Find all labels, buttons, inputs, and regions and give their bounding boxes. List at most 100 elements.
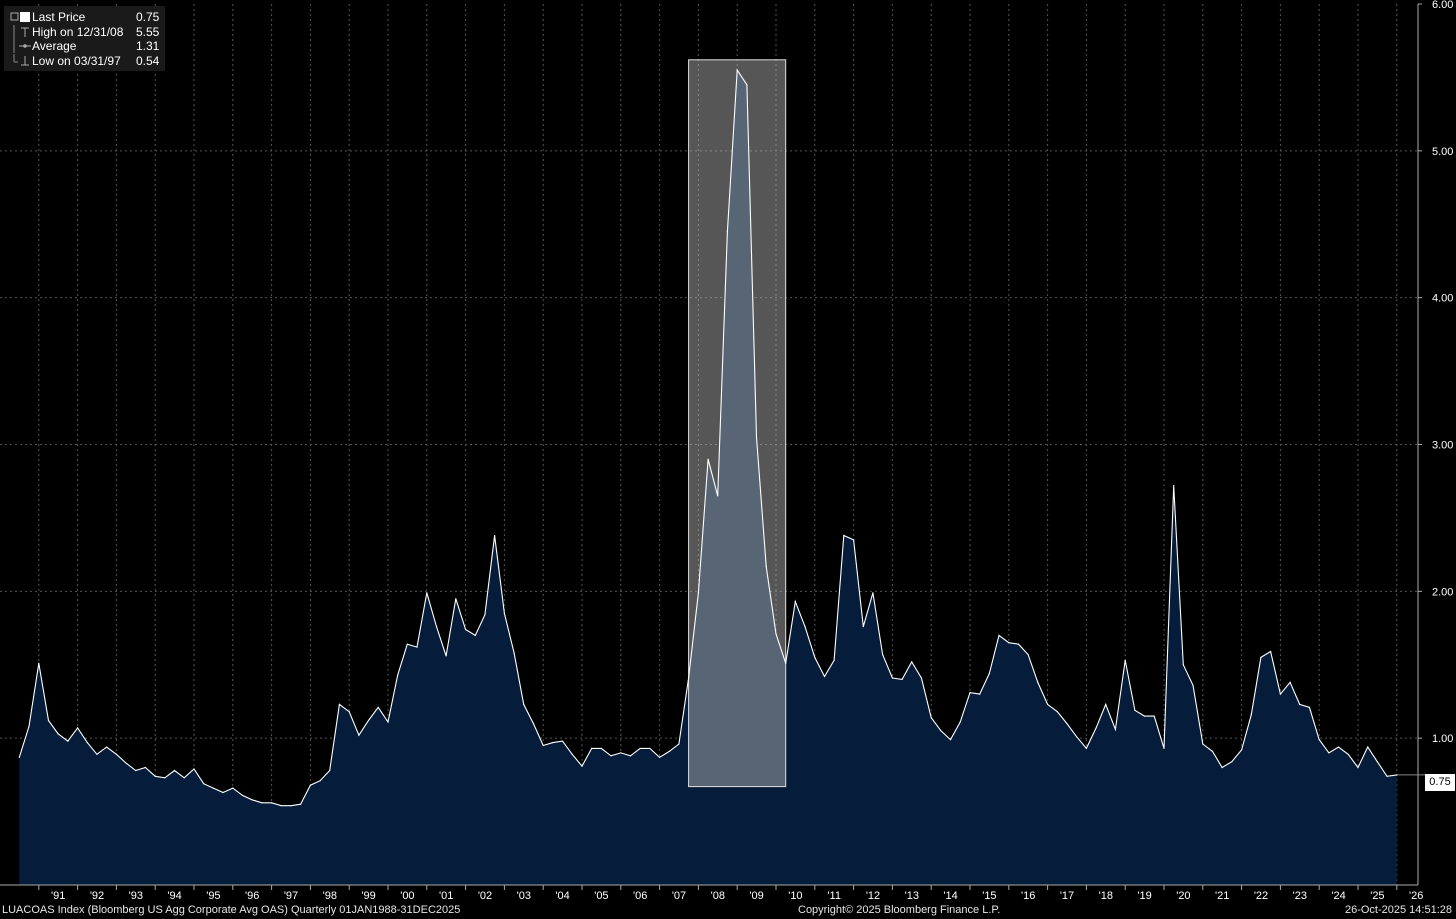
data-point [18,756,20,758]
x-tick-label: '16 [1021,890,1035,902]
footer-copyright: Copyright© 2025 Bloomberg Finance L.P. [798,904,1001,916]
data-point [135,769,137,772]
data-point [1289,681,1291,684]
data-point [746,84,748,86]
data-point [358,734,360,736]
data-point [523,703,525,706]
data-point [367,719,370,722]
data-point [949,739,952,741]
y-tick-label: 6.00 [1432,0,1453,11]
legend-label: Low on 03/31/97 [32,53,121,68]
data-point [998,634,1000,637]
data-point [435,626,438,628]
x-tick-label: '23 [1293,890,1307,902]
legend-value: 0.75 [136,10,160,24]
data-point [348,711,350,713]
data-point [77,727,79,729]
data-point [1357,766,1359,769]
legend-item-low: Low on 03/31/97 0.54 [10,54,159,69]
data-point [862,626,864,628]
data-point [455,598,457,600]
x-tick-label: '01 [439,890,453,902]
data-point [765,565,767,568]
data-point [387,721,389,723]
x-tick-label: '92 [90,890,104,902]
data-point [309,784,311,786]
data-point [1124,659,1126,661]
data-point [678,743,680,745]
data-point [144,766,146,769]
data-point [1270,650,1272,653]
data-point [513,652,515,654]
data-point [532,722,535,725]
data-point [707,458,709,460]
x-tick-label: '07 [672,890,686,902]
data-point [406,643,408,645]
data-point [86,742,88,744]
last-price-badge: 0.75 [1425,774,1455,791]
data-point [1027,653,1029,656]
data-point [571,753,573,755]
data-point [125,762,127,764]
x-tick-label: '22 [1254,890,1268,902]
data-point [1114,728,1116,731]
data-point [649,747,651,750]
legend-item-average: Average 1.31 [10,39,159,54]
y-tick-label: 3.00 [1432,440,1453,452]
data-point [688,677,690,679]
data-point [668,750,670,753]
data-point [814,656,816,659]
data-point [1163,747,1165,750]
data-point [377,706,379,708]
x-tick-label: '20 [1176,890,1190,902]
legend-item-last-price: Last Price 0.75 [10,10,159,25]
data-point [261,802,263,804]
data-point [57,733,59,735]
data-point [1308,706,1310,708]
legend-box: Last Price 0.75 High on 12/31/08 5.55 Av… [4,6,166,71]
data-point [1211,750,1214,753]
x-tick-label: '25 [1370,890,1384,902]
data-point [785,662,787,664]
data-point [1250,714,1252,716]
data-point [1367,746,1369,748]
x-tick-label: '18 [1099,890,1113,902]
legend-item-high: High on 12/31/08 5.55 [10,25,159,40]
data-point [173,769,176,772]
data-point [474,634,476,637]
x-tick-label: '10 [788,890,802,902]
data-point [319,780,321,782]
data-point [465,628,467,631]
data-point [882,653,884,656]
data-point [552,742,554,744]
data-point [697,592,700,594]
data-point [561,740,564,742]
data-point [1318,739,1320,741]
x-tick-label: '05 [594,890,608,902]
data-point [494,534,496,537]
x-tick-label: '15 [982,890,996,902]
legend-label: High on 12/31/08 [32,24,124,39]
x-tick-label: '14 [943,890,957,902]
x-tick-label: '09 [749,890,763,902]
data-point [96,753,98,755]
data-point [28,725,30,728]
data-point [484,614,486,616]
data-point [1105,703,1107,706]
x-tick-label: '00 [400,890,414,902]
data-point [1221,766,1223,769]
data-point [930,717,932,719]
data-point [833,659,835,661]
data-point [251,799,253,801]
data-point [154,775,156,777]
data-point [290,805,292,807]
data-point [794,601,796,603]
y-tick-label: 1.00 [1432,733,1453,745]
x-tick-label: '91 [51,890,65,902]
x-tick-label: '95 [206,890,220,902]
data-point [1376,761,1378,763]
x-tick-label: '13 [905,890,919,902]
data-point [659,756,661,758]
legend-square-icon [10,10,32,24]
data-point [600,747,602,750]
